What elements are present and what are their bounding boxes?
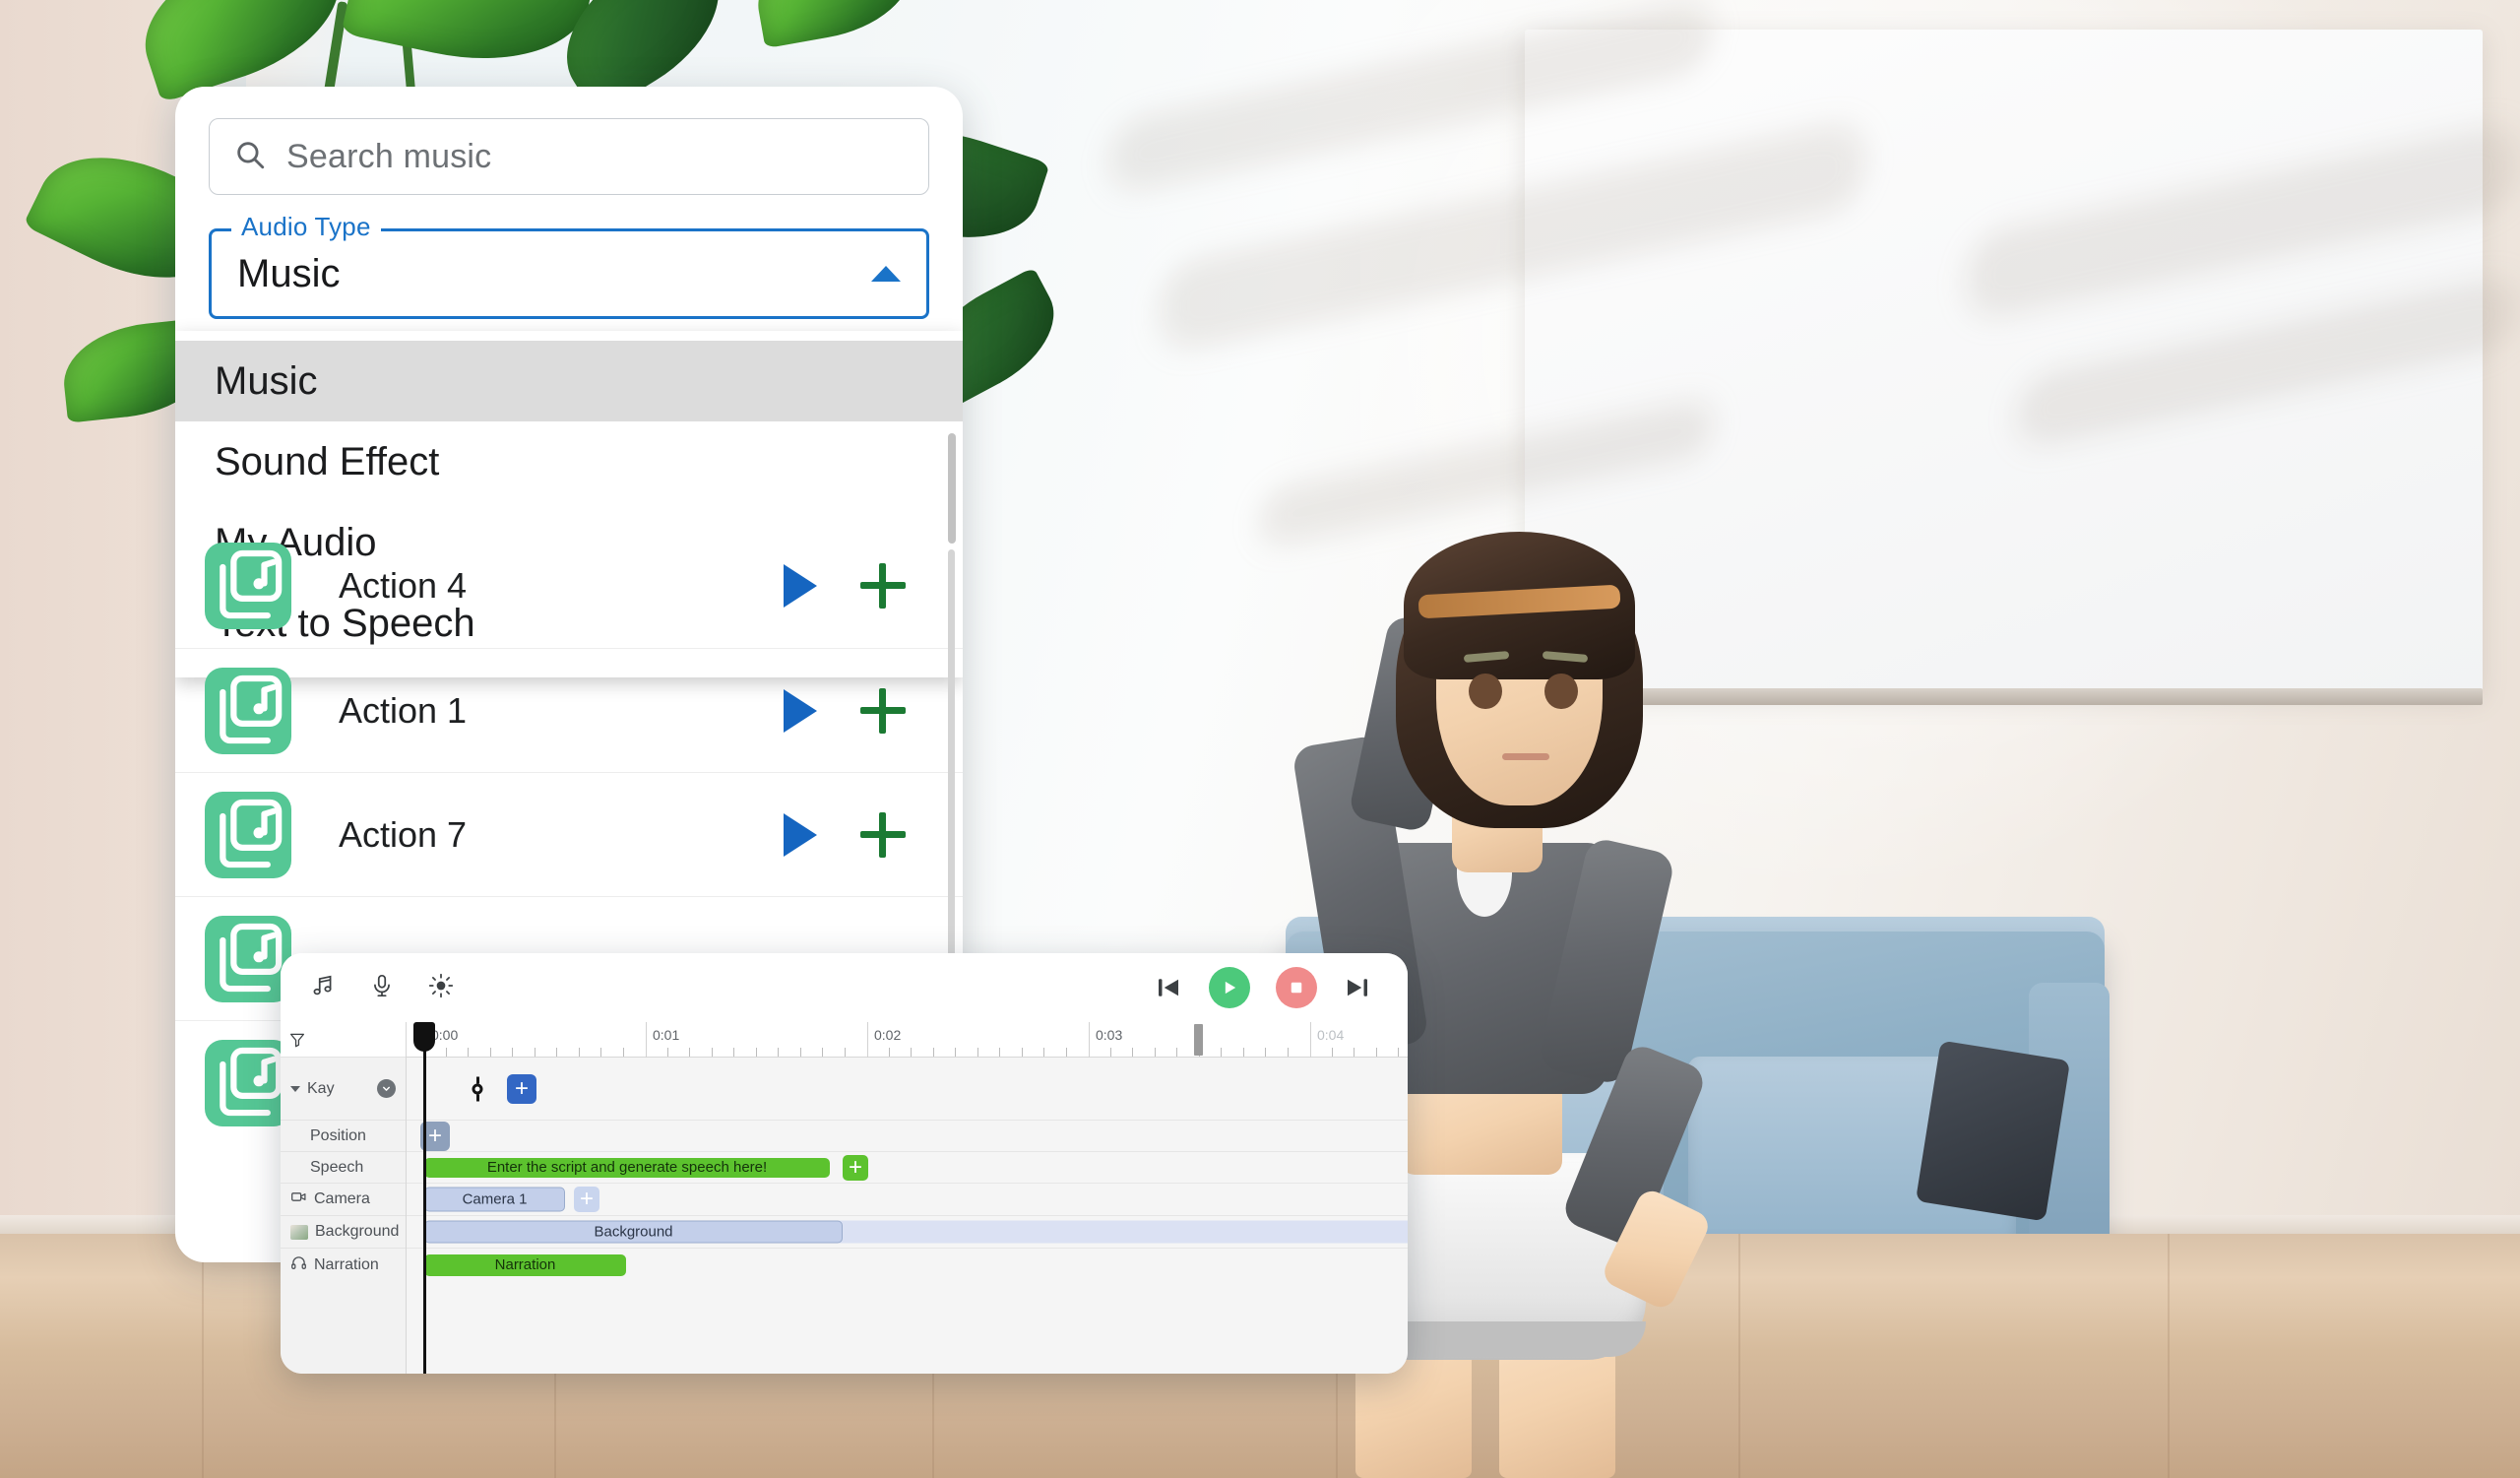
image-thumbnail-icon [290,1224,308,1240]
track-header-position[interactable]: Position [281,1121,406,1152]
track-row-background[interactable]: Background [407,1216,1408,1249]
track-label: Background [315,1223,400,1240]
caret-up-icon[interactable] [871,266,901,282]
music-file-icon [205,915,291,1002]
dropdown-option-sound-effect[interactable]: Sound Effect [175,421,963,502]
chevron-down-icon [290,1085,300,1092]
dropdown-option-label: Music [215,358,318,403]
add-camera-button[interactable]: + [574,1187,599,1212]
list-item[interactable]: Action 7 [175,772,963,896]
video-camera-icon [290,1189,307,1210]
clip-narration[interactable]: Narration [424,1253,626,1276]
ruler-label: 0:01 [653,1027,680,1043]
list-item[interactable]: Action 4 [175,524,963,648]
track-header-speech[interactable]: Speech [281,1152,406,1184]
audio-type-select-wrap: Audio Type Music [209,212,929,319]
track-label: Narration [314,1255,379,1273]
list-item[interactable]: Action 1 [175,648,963,772]
whiteboard-frame [1524,688,2483,705]
brightness-icon[interactable] [428,973,454,1003]
track-row-speech[interactable]: Enter the script and generate speech her… [407,1152,1408,1184]
playhead-handle[interactable] [413,1022,435,1052]
search-placeholder: Search music [286,137,492,175]
character-mouth [1501,752,1550,760]
track-row-camera[interactable]: Camera 1 + [407,1184,1408,1216]
add-speech-button[interactable]: + [843,1154,868,1181]
track-row-kay[interactable]: + [407,1058,1408,1121]
character-eye-left [1469,674,1502,710]
music-file-icon [205,791,291,878]
couch-pillow [1916,1040,2071,1222]
clip-camera-1[interactable]: Camera 1 [424,1187,565,1212]
play-button[interactable] [1209,967,1250,1008]
add-keyframe-button[interactable]: + [507,1073,536,1104]
stop-button[interactable] [1276,967,1317,1008]
timeline-end-marker[interactable] [1194,1024,1203,1056]
ruler-label: 0:04 [1317,1027,1345,1043]
ruler-label: 0:03 [1096,1027,1123,1043]
keyframe-marker[interactable] [472,1083,483,1094]
add-position-button[interactable]: + [420,1121,450,1151]
music-file-icon [205,1039,291,1126]
dropdown-option-label: Sound Effect [215,439,440,483]
play-icon[interactable] [784,688,817,733]
search-icon [233,138,267,176]
track-label: Camera [314,1190,370,1207]
ruler-label: 0:00 [431,1027,459,1043]
music-file-icon [205,667,291,754]
timeline-toolbar [281,953,1408,1022]
audio-type-value: Music [237,251,341,295]
track-header-background[interactable]: Background [281,1216,406,1249]
music-file-icon [205,543,291,629]
microphone-icon[interactable] [369,973,395,1003]
track-header-kay[interactable]: Kay [281,1058,406,1121]
track-header-camera[interactable]: Camera [281,1184,406,1216]
play-icon[interactable] [784,812,817,857]
track-row-position[interactable]: + [407,1121,1408,1152]
timeline-body: Kay Position Speech Camera Background Na… [281,1022,1408,1374]
character-eye-right [1544,674,1578,710]
list-item-label: Action 7 [339,813,468,855]
timeline-panel: Kay Position Speech Camera Background Na… [281,953,1408,1374]
time-ruler[interactable]: 0:00 0:01 0:02 0:03 0:04 [407,1022,1408,1058]
timeline-tracks-area[interactable]: 0:00 0:01 0:02 0:03 0:04 + + Enter the s… [407,1022,1408,1374]
list-item-label: Action 4 [339,565,468,606]
clip-speech[interactable]: Enter the script and generate speech her… [424,1157,830,1178]
music-note-icon[interactable] [310,973,336,1003]
skip-to-end-button[interactable] [1343,973,1372,1002]
track-header-column: Kay Position Speech Camera Background Na… [281,1022,407,1374]
track-label: Kay [307,1079,335,1097]
timeline-add-icons [310,973,454,1003]
play-icon[interactable] [784,564,817,608]
track-row-narration[interactable]: Narration [407,1249,1408,1281]
list-item-label: Action 1 [339,689,468,731]
audio-type-select[interactable]: Audio Type Music [209,212,929,319]
plus-icon[interactable] [860,687,906,734]
collapse-toggle-button[interactable] [377,1079,396,1098]
filter-icon[interactable] [281,1022,406,1058]
clip-background[interactable]: Background [424,1220,843,1244]
search-section: Search music [175,87,963,195]
track-label: Speech [310,1158,364,1176]
plus-icon[interactable] [860,563,906,609]
plus-icon[interactable] [860,811,906,858]
ruler-label: 0:02 [874,1027,902,1043]
search-input[interactable]: Search music [209,118,929,195]
audio-type-label: Audio Type [231,212,381,242]
headphones-icon [290,1254,307,1276]
track-label: Position [310,1126,366,1144]
skip-to-start-button[interactable] [1154,973,1183,1002]
dropdown-option-music[interactable]: Music [175,341,963,421]
track-header-narration[interactable]: Narration [281,1249,406,1281]
transport-controls [1154,967,1372,1008]
